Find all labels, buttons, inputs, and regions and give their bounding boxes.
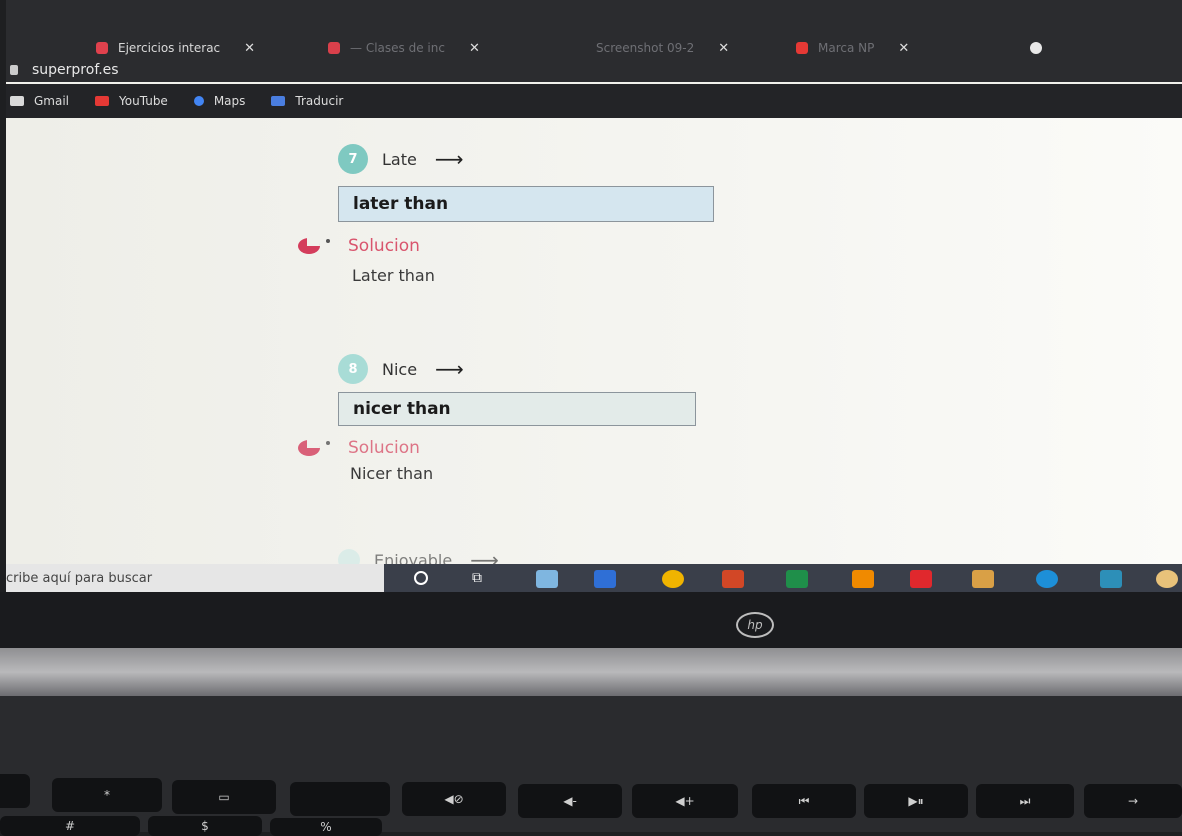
laptop-screen: Ejercicios interac ✕ — Clases de inc ✕ S… bbox=[6, 0, 1182, 592]
tab-title: Marca NP bbox=[818, 41, 875, 55]
bookmark-traducir[interactable]: Traducir bbox=[271, 94, 343, 108]
cortana-icon[interactable] bbox=[414, 571, 428, 585]
task-view-icon[interactable]: ⧉ bbox=[472, 570, 482, 586]
bookmark-label: Traducir bbox=[295, 94, 344, 108]
exercise-8-solution-header[interactable]: Solucion bbox=[298, 438, 420, 458]
close-icon[interactable]: ✕ bbox=[718, 41, 729, 56]
tab-marca[interactable]: Marca NP ✕ bbox=[796, 36, 909, 60]
app-icon[interactable] bbox=[972, 570, 994, 588]
close-icon[interactable]: ✕ bbox=[469, 41, 480, 56]
key-previous[interactable]: ⏮ bbox=[752, 784, 856, 818]
exercise-8-solution-text: Nicer than bbox=[350, 464, 434, 483]
exercise-word: Late bbox=[382, 149, 417, 169]
solution-pie-icon bbox=[298, 238, 320, 254]
chrome-icon[interactable] bbox=[662, 570, 684, 588]
browser-tab-bar: Ejercicios interac ✕ — Clases de inc ✕ S… bbox=[6, 0, 1182, 66]
key-5[interactable]: % bbox=[270, 818, 382, 836]
laptop-bezel bbox=[0, 592, 1182, 652]
maps-icon bbox=[193, 96, 204, 106]
bookmark-youtube[interactable]: YouTube bbox=[95, 94, 168, 108]
exercise-number-badge: 7 bbox=[338, 144, 368, 174]
laptop-hinge bbox=[0, 648, 1182, 696]
key-4[interactable]: $ bbox=[148, 816, 262, 836]
address-bar[interactable]: superprof.es bbox=[6, 58, 1182, 82]
key-fn1[interactable]: * bbox=[52, 778, 162, 812]
bookmark-label: YouTube bbox=[119, 94, 168, 108]
superprof-favicon-icon bbox=[96, 42, 108, 54]
key-fn3[interactable] bbox=[290, 782, 390, 816]
tab-title: Ejercicios interac bbox=[118, 41, 221, 55]
key[interactable] bbox=[0, 774, 30, 808]
key-fn10[interactable]: → bbox=[1084, 784, 1182, 818]
file-explorer-icon[interactable] bbox=[536, 570, 558, 588]
taskbar-search-input[interactable]: cribe aquí para buscar bbox=[6, 564, 384, 592]
vlc-icon[interactable] bbox=[852, 570, 874, 588]
exercise-number-badge: 8 bbox=[338, 354, 368, 384]
exercise-content: 7 Late ⟶ later than Solucion Later than … bbox=[6, 118, 1182, 572]
key-fn2[interactable]: ▭ bbox=[172, 780, 276, 814]
tab-ejercicios[interactable]: Ejercicios interac ✕ bbox=[96, 36, 255, 60]
gmail-icon bbox=[10, 96, 24, 106]
exercise-7-prompt: 7 Late ⟶ bbox=[338, 144, 464, 174]
exercise-word: Nice bbox=[382, 359, 418, 379]
tab-title: Screenshot 09-2 bbox=[596, 41, 695, 55]
bookmark-gmail[interactable]: Gmail bbox=[10, 94, 69, 108]
bookmark-label: Maps bbox=[213, 94, 246, 108]
sparkle-dot-icon bbox=[326, 441, 330, 445]
app-icon[interactable] bbox=[1100, 570, 1122, 588]
exercise-8-answer-input[interactable]: nicer than bbox=[338, 392, 696, 426]
superprof-favicon-icon bbox=[328, 42, 340, 54]
acrobat-icon[interactable] bbox=[910, 570, 932, 588]
solution-label: Solucion bbox=[348, 438, 420, 458]
solution-pie-icon bbox=[298, 440, 320, 456]
key-volume-up[interactable]: ◀+ bbox=[632, 784, 738, 818]
key-next[interactable]: ⏭ bbox=[976, 784, 1074, 818]
hp-logo: hp bbox=[736, 612, 774, 638]
bookmark-maps[interactable]: Maps bbox=[193, 94, 246, 108]
keyboard: * ▭ ◀⊘ ◀- ◀+ ⏮ ▶⏸ ⏭ → # $ % bbox=[0, 696, 1182, 836]
bookmarks-bar: Gmail YouTube Maps Traducir bbox=[6, 84, 1182, 118]
address-url[interactable]: superprof.es bbox=[32, 62, 119, 78]
sparkle-dot-icon bbox=[326, 239, 330, 243]
key-3[interactable]: # bbox=[0, 816, 140, 836]
close-icon[interactable]: ✕ bbox=[244, 41, 255, 56]
translate-icon bbox=[271, 96, 286, 106]
tab-clases[interactable]: — Clases de inc ✕ bbox=[328, 36, 480, 60]
windows-taskbar: cribe aquí para buscar ⧉ bbox=[6, 564, 1182, 592]
exercise-8-prompt: 8 Nice ⟶ bbox=[338, 354, 464, 384]
key-play-pause[interactable]: ▶⏸ bbox=[864, 784, 968, 818]
arrow-right-icon: ⟶ bbox=[435, 357, 464, 381]
arrow-right-icon: ⟶ bbox=[434, 147, 464, 171]
google-favicon-icon bbox=[1030, 42, 1042, 54]
excel-icon[interactable] bbox=[786, 570, 808, 588]
key-volume-down[interactable]: ◀- bbox=[518, 784, 622, 818]
bookmark-label: Gmail bbox=[34, 94, 70, 108]
key-mute[interactable]: ◀⊘ bbox=[402, 782, 506, 816]
word-icon[interactable] bbox=[594, 570, 616, 588]
tab-title: — Clases de inc bbox=[350, 41, 445, 55]
tab-screenshot[interactable]: Screenshot 09-2 ✕ bbox=[596, 36, 729, 60]
tab-google[interactable] bbox=[1030, 36, 1052, 60]
edge-icon[interactable] bbox=[1036, 570, 1058, 588]
exercise-7-solution-header[interactable]: Solucion bbox=[298, 236, 420, 256]
close-icon[interactable]: ✕ bbox=[898, 41, 909, 56]
powerpoint-icon[interactable] bbox=[722, 570, 744, 588]
exercise-7-answer-input[interactable]: later than bbox=[338, 186, 714, 222]
exercise-7-solution-text: Later than bbox=[352, 266, 435, 285]
solution-label: Solucion bbox=[348, 236, 420, 256]
lock-icon bbox=[10, 65, 18, 75]
youtube-icon bbox=[95, 96, 110, 106]
youtube-favicon-icon bbox=[796, 42, 808, 54]
app-icon[interactable] bbox=[1156, 570, 1178, 588]
